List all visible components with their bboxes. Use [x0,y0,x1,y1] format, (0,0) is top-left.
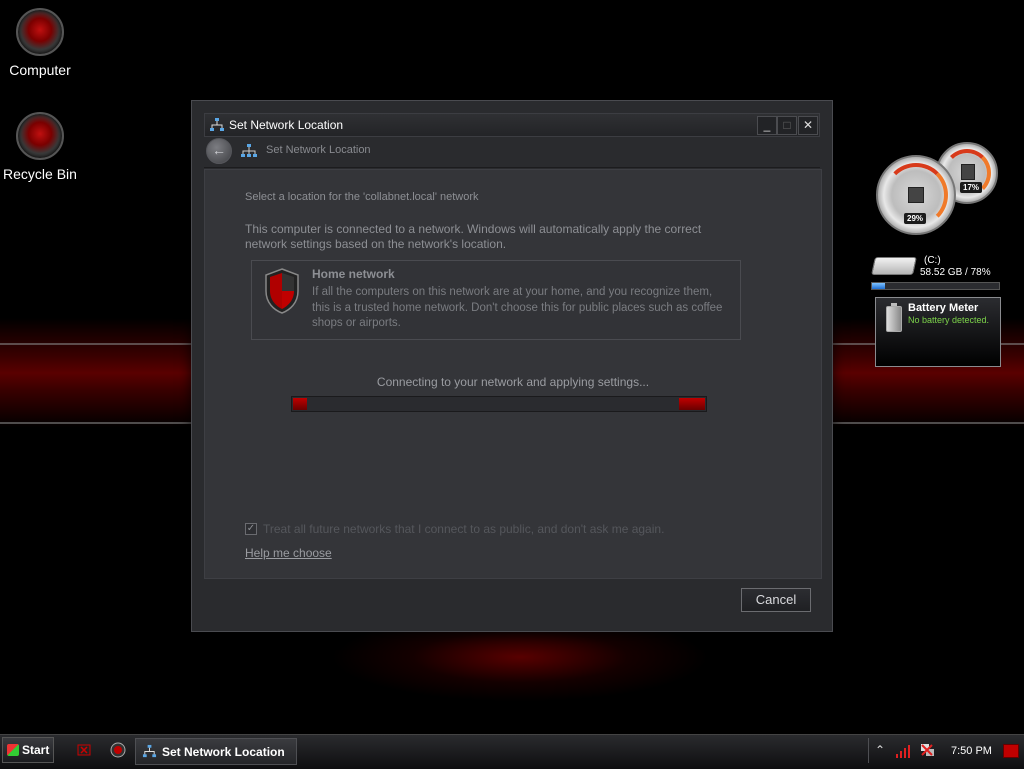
cpu-chip-icon [908,187,924,203]
drive-icon [871,257,917,275]
drive-name: (C:) [924,255,941,266]
computer-icon [16,8,64,56]
show-hidden-icons-button[interactable]: ⌃ [875,743,885,757]
progress-bar [291,396,707,412]
treat-networks-public-checkbox[interactable]: ✓ [245,523,257,535]
desktop-icon-computer[interactable]: Computer [0,8,80,78]
intro-text: Select a location for the 'collabnet.loc… [245,191,479,203]
taskbar-item-set-network-location[interactable]: Set Network Location [135,738,297,765]
help-me-choose-link[interactable]: Help me choose [245,546,332,560]
quick-launch-app-icon[interactable] [76,742,92,758]
dialog-content: Select a location for the 'collabnet.loc… [204,169,822,579]
drive-info: (C:) 58.52 GB / 78% [920,255,991,279]
close-button[interactable]: ✕ [798,116,818,135]
progress-block-left [293,398,307,410]
battery-status: No battery detected. [908,315,990,325]
network-tray-icon[interactable] [919,742,935,758]
cancel-button[interactable]: Cancel [741,588,811,612]
signal-icon[interactable] [895,744,911,758]
system-tray: ⌃ 7:50 PM [868,738,1024,763]
network-icon [142,744,157,758]
title-bar[interactable]: Set Network Location _ □ ✕ [204,113,820,137]
network-icon [241,144,257,157]
battery-icon [886,303,902,332]
desktop-icon-label: Recycle Bin [3,166,77,182]
drive-usage-bar [871,282,1000,290]
battery-meter-gadget[interactable]: Battery Meter No battery detected. [875,297,1001,367]
cpu-percent: 29% [904,213,927,224]
maximize-button[interactable]: □ [777,116,797,135]
show-desktop-button[interactable] [1003,744,1019,758]
option-description: If all the computers on this network are… [312,286,723,329]
desktop-icon-recycle-bin[interactable]: Recycle Bin [0,112,80,182]
description-text: This computer is connected to a network.… [245,222,702,251]
window-title: Set Network Location [229,118,344,132]
windows-flag-icon [7,744,19,756]
minimize-button[interactable]: _ [757,116,777,135]
battery-title: Battery Meter [908,302,979,314]
memory-chip-icon [961,164,975,180]
progress-block-right [679,398,705,410]
cpu-gauge: 29% [876,155,956,235]
taskbar-item-label: Set Network Location [162,745,285,759]
back-button[interactable]: ← [206,138,232,164]
home-network-option[interactable]: Home network If all the computers on thi… [251,260,741,340]
clock[interactable]: 7:50 PM [951,745,992,757]
navigation-bar: ← Set Network Location [204,137,820,168]
drive-stats: 58.52 GB / 78% [920,267,991,278]
quick-launch-browser-icon[interactable] [110,742,126,758]
nav-title: Set Network Location [266,144,371,156]
start-button[interactable]: Start [2,737,54,763]
start-label: Start [22,743,50,757]
checkbox-label: Treat all future networks that I connect… [263,522,665,536]
memory-percent: 17% [960,182,983,193]
option-title: Home network [312,267,395,281]
shield-icon [265,268,299,314]
progress-label: Connecting to your network and applying … [376,375,650,389]
set-network-location-window: Set Network Location _ □ ✕ ← Set Network… [191,100,833,632]
taskbar: Start Set Network Location ⌃ 7:50 PM [0,734,1024,769]
network-icon [210,118,224,131]
drive-usage-fill [872,283,885,289]
desktop-icon-label: Computer [9,62,71,78]
recycle-bin-icon [16,112,64,160]
